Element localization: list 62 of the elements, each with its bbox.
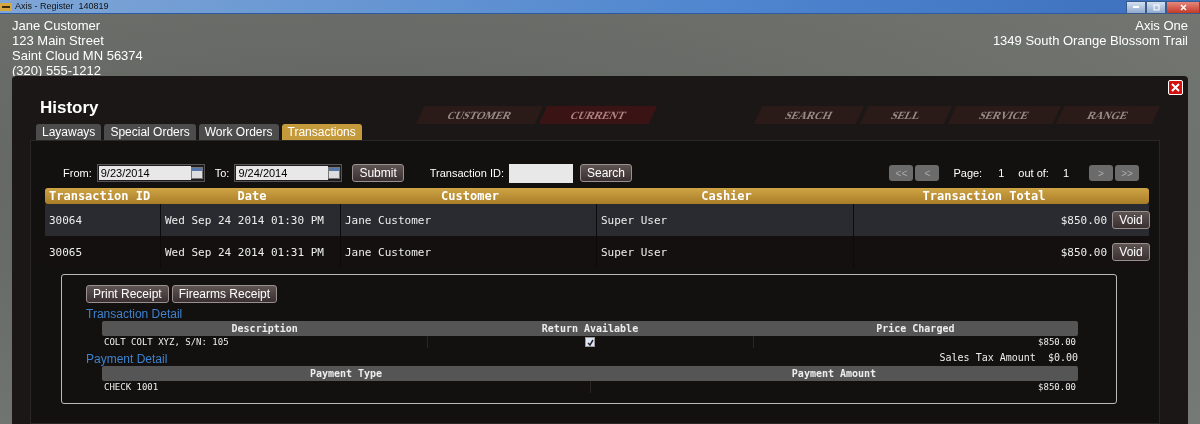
table-row[interactable]: 30064 Wed Sep 24 2014 01:30 PM Jane Customer Super User $850.00 Void	[45, 204, 1149, 236]
customer-city: Saint Cloud MN 56374	[12, 48, 143, 63]
column-header: Transaction Total	[921, 188, 1047, 204]
maximize-icon	[1152, 3, 1160, 11]
table-cell: Wed Sep 24 2014 01:31 PM	[160, 236, 340, 268]
out-of-label: out of:	[1018, 167, 1049, 179]
close-icon	[1171, 83, 1180, 92]
minimize-icon	[1133, 5, 1139, 9]
tab[interactable]: Special Orders	[104, 124, 196, 140]
table-cell-text: CHECK 1001	[103, 381, 160, 393]
search-button[interactable]: Search	[579, 164, 632, 182]
table-cell-text: 30065	[48, 244, 84, 261]
page-number: 1	[998, 167, 1005, 179]
section-title: Payment Detail	[86, 352, 168, 366]
submit-button[interactable]: Submit	[352, 164, 404, 182]
to-date-field[interactable]: 9/24/2014	[234, 164, 343, 182]
page-count: 1	[1062, 167, 1069, 179]
column-header: Price Charged	[875, 322, 956, 336]
column-header: Return Available	[540, 322, 640, 336]
customer-name: Jane Customer	[12, 18, 101, 33]
column-header: Date	[236, 188, 268, 204]
app-logo-icon	[0, 2, 12, 11]
dialog-title: History	[40, 98, 100, 118]
table-cell-text: 30064	[48, 212, 84, 229]
table-cell-text: COLT COLT XYZ, S/N: 105	[103, 336, 230, 348]
transaction-id-field[interactable]	[508, 163, 573, 183]
column-header: Payment Type	[308, 367, 384, 381]
tab[interactable]: Layaways	[36, 124, 102, 140]
table-cell: $850.00	[752, 336, 1078, 348]
page-label: Page:	[953, 167, 983, 179]
close-button[interactable]	[1166, 0, 1200, 14]
receipt-button[interactable]: Print Receipt	[86, 285, 169, 303]
column-header: Customer	[440, 188, 500, 204]
window-title: Axis - Register 140819	[15, 0, 109, 13]
table-cell: $850.00	[590, 381, 1078, 393]
sales-tax-amount: Sales Tax Amount $0.00	[939, 351, 1078, 363]
return-checkbox[interactable]	[585, 337, 596, 347]
calendar-icon[interactable]	[328, 167, 341, 179]
table-cell: $850.00	[853, 236, 1111, 268]
table-cell: Super User	[596, 236, 853, 268]
receipt-button[interactable]: Firearms Receipt	[171, 285, 278, 303]
transaction-id-label: Transaction ID:	[429, 167, 504, 179]
from-date-field[interactable]: 9/23/2014	[96, 164, 205, 182]
section-title: Transaction Detail	[86, 307, 184, 321]
column-header: Cashier	[700, 188, 753, 204]
customer-street: 123 Main Street	[12, 33, 104, 48]
column-header: Transaction ID	[48, 188, 152, 204]
from-label: From:	[63, 167, 92, 179]
store-name: Axis One	[1135, 18, 1188, 33]
column-header: Payment Amount	[790, 367, 878, 381]
checkmark-icon	[587, 338, 594, 346]
store-address: 1349 South Orange Blossom Trail	[992, 33, 1188, 48]
minimize-button[interactable]	[1126, 0, 1146, 14]
to-label: To:	[214, 167, 230, 179]
customer-phone: (320) 555-1212	[12, 63, 101, 78]
column-header: Description	[230, 322, 299, 336]
void-button[interactable]: Void	[1112, 243, 1150, 261]
close-icon	[1179, 3, 1187, 11]
tab[interactable]: Work Orders	[198, 124, 279, 140]
void-button[interactable]: Void	[1112, 211, 1150, 229]
maximize-button[interactable]	[1146, 0, 1166, 14]
table-cell: Jane Customer	[340, 236, 596, 268]
